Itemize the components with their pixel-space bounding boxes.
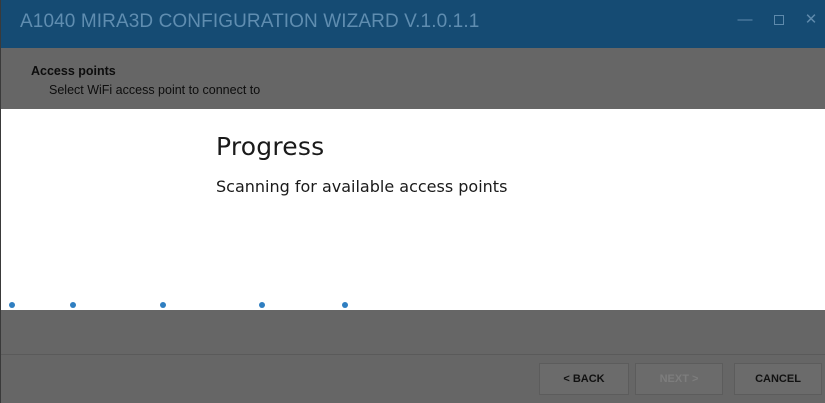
maximize-button[interactable]: [769, 10, 789, 30]
close-button[interactable]: ✕: [801, 10, 821, 30]
progress-dot: [70, 302, 76, 308]
footer-area: < BACK NEXT > CANCEL: [1, 310, 825, 403]
progress-message: Scanning for available access points: [216, 177, 508, 196]
progress-title: Progress: [216, 132, 325, 161]
next-button[interactable]: NEXT >: [635, 363, 723, 395]
maximize-icon: [774, 15, 784, 25]
title-bar[interactable]: A1040 MIRA3D CONFIGURATION WIZARD V.1.0.…: [1, 0, 825, 48]
progress-dot: [160, 302, 166, 308]
window-title: A1040 MIRA3D CONFIGURATION WIZARD V.1.0.…: [20, 11, 480, 32]
back-button[interactable]: < BACK: [539, 363, 629, 395]
page-title: Access points: [31, 64, 116, 78]
page-subtitle: Select WiFi access point to connect to: [49, 83, 261, 97]
minimize-button[interactable]: —: [735, 10, 755, 30]
progress-dot: [342, 302, 348, 308]
page-header: Access points Select WiFi access point t…: [1, 48, 825, 109]
cancel-button[interactable]: CANCEL: [734, 363, 822, 395]
footer-divider: [1, 354, 825, 355]
wizard-window: A1040 MIRA3D CONFIGURATION WIZARD V.1.0.…: [0, 0, 825, 403]
progress-dot: [9, 302, 15, 308]
progress-dot: [259, 302, 265, 308]
progress-overlay: Progress Scanning for available access p…: [1, 109, 825, 310]
